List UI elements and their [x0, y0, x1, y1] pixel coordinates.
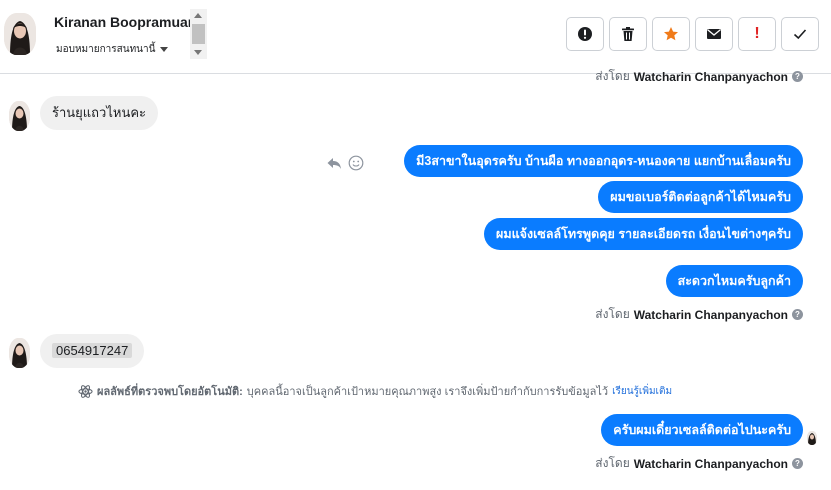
scroll-thumb[interactable] [192, 24, 205, 44]
star-icon [664, 27, 678, 41]
alert-button[interactable] [566, 17, 604, 51]
contact-name: Kiranan Boopramuan [54, 14, 197, 30]
seen-avatar [807, 431, 817, 445]
mark-unread-button[interactable] [695, 17, 733, 51]
conversation-header: Kiranan Boopramuan มอบหมายการสนทนานี้ ! [0, 0, 831, 74]
caret-down-icon [160, 47, 169, 52]
alert-circle-icon [578, 27, 592, 41]
sent-by-line: ส่งโดย Watcharin Chanpanyachon ? [595, 305, 803, 324]
scroll-up-icon[interactable] [194, 13, 202, 18]
delete-button[interactable] [609, 17, 647, 51]
help-icon[interactable]: ? [792, 458, 803, 469]
contact-avatar[interactable] [9, 101, 30, 131]
help-icon[interactable]: ? [792, 71, 803, 82]
contact-avatar[interactable] [9, 338, 30, 368]
learn-more-link[interactable]: เรียนรู้เพิ่มเติม [612, 384, 672, 399]
outgoing-message[interactable]: มี3สาขาในอุดรครับ บ้านผือ ทางออกอุดร-หนอ… [404, 145, 803, 177]
outgoing-message[interactable]: ผมขอเบอร์ติดต่อลูกค้าได้ไหมครับ [598, 181, 803, 213]
scroll-down-icon[interactable] [194, 50, 202, 55]
help-icon[interactable]: ? [792, 309, 803, 320]
sent-by-line: ส่งโดย Watcharin Chanpanyachon ? [595, 67, 803, 86]
star-button[interactable] [652, 17, 690, 51]
important-button[interactable]: ! [738, 17, 776, 51]
reply-icon[interactable] [326, 155, 342, 171]
assign-label: มอบหมายการสนทนานี้ [56, 44, 156, 55]
sent-by-line: ส่งโดย Watcharin Chanpanyachon ? [595, 454, 803, 473]
envelope-icon [707, 29, 721, 39]
auto-detected-note: ผลลัพธ์ที่ตรวจพบโดยอัตโนมัติ: บุคคลนี้อา… [78, 382, 672, 400]
header-scrollbar[interactable] [190, 9, 207, 59]
assign-conversation-dropdown[interactable]: มอบหมายการสนทนานี้ [56, 42, 169, 57]
auto-detected-text: บุคคลนี้อาจเป็นลูกค้าเป้าหมายคุณภาพสูง เ… [246, 386, 609, 398]
auto-detected-label: ผลลัพธ์ที่ตรวจพบโดยอัตโนมัติ: [97, 386, 243, 398]
conversation-toolbar: ! [566, 17, 819, 51]
exclamation-icon: ! [754, 25, 760, 42]
sender-name: Watcharin Chanpanyachon [633, 307, 788, 322]
incoming-message[interactable]: ร้านยุแถวไหนคะ [40, 96, 159, 130]
incoming-message[interactable]: 0654917247 [40, 334, 145, 368]
outgoing-message[interactable]: ผมแจ้งเซลล์โทรพูดคุย รายละเอียดรถ เงื่อน… [484, 218, 803, 250]
sender-name: Watcharin Chanpanyachon [633, 69, 788, 84]
atom-icon [78, 384, 93, 398]
contact-avatar[interactable] [4, 13, 36, 55]
emoji-icon[interactable] [348, 155, 364, 171]
message-hover-actions [326, 155, 364, 171]
outgoing-message[interactable]: ครับผมเดี๋ยวเซลล์ติดต่อไปนะครับ [601, 414, 803, 446]
sender-name: Watcharin Chanpanyachon [633, 456, 788, 471]
message-thread[interactable]: ส่งโดย Watcharin Chanpanyachon ? ร้านยุแ… [0, 69, 831, 490]
detected-phone-number[interactable]: 0654917247 [52, 343, 133, 358]
done-button[interactable] [781, 17, 819, 51]
trash-icon [622, 27, 634, 41]
outgoing-message[interactable]: สะดวกไหมครับลูกค้า [665, 265, 803, 297]
check-icon [793, 29, 807, 40]
